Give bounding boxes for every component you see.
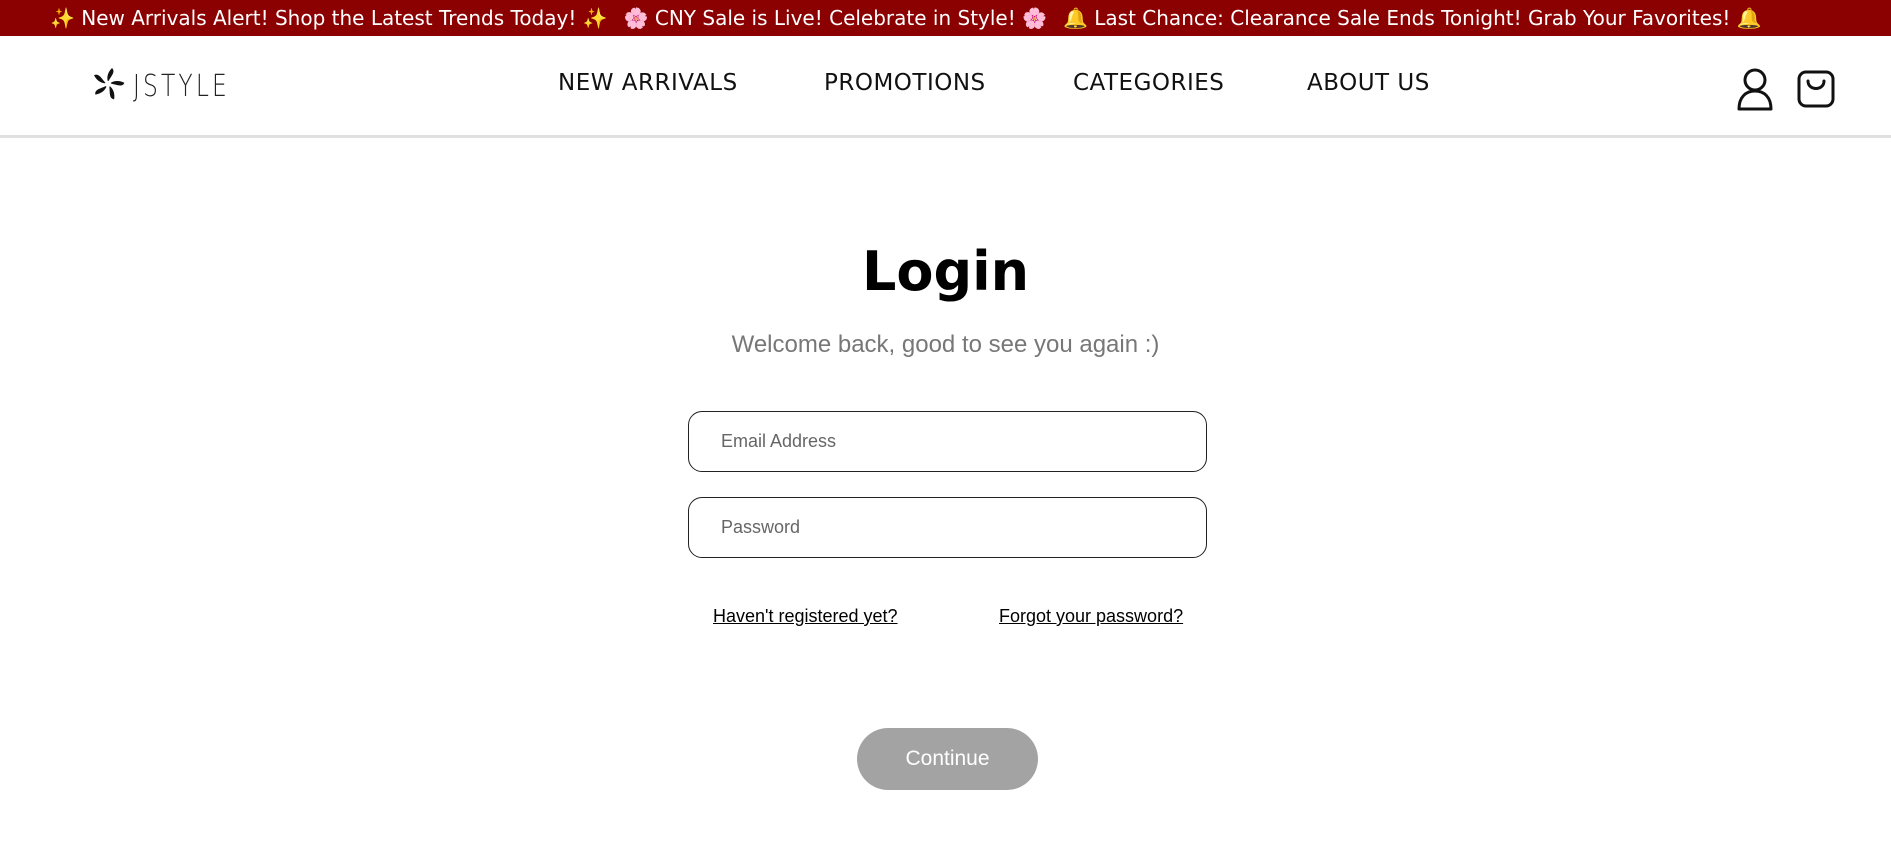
continue-button[interactable]: Continue [857, 728, 1038, 790]
forgot-password-link[interactable]: Forgot your password? [999, 606, 1183, 627]
announcement-message: ✨ New Arrivals Alert! Shop the Latest Tr… [50, 6, 608, 30]
shopping-bag-icon[interactable] [1793, 64, 1839, 114]
login-subtitle: Welcome back, good to see you again :) [731, 331, 1160, 358]
site-header: JSTYLE NEW ARRIVALS PROMOTIONS CATEGORIE… [0, 36, 1891, 138]
login-section: Login Welcome back, good to see you agai… [0, 140, 1891, 860]
header-icons [0, 64, 1891, 114]
announcement-message: 🔔 Last Chance: Clearance Sale Ends Tonig… [1063, 6, 1762, 30]
announcement-message: 🌸 CNY Sale is Live! Celebrate in Style! … [623, 6, 1048, 30]
user-icon[interactable] [1732, 64, 1778, 114]
email-field[interactable] [688, 411, 1207, 472]
page-title: Login [861, 240, 1030, 303]
password-field[interactable] [688, 497, 1207, 558]
register-link[interactable]: Haven't registered yet? [713, 606, 898, 627]
announcement-bar: ✨ New Arrivals Alert! Shop the Latest Tr… [0, 0, 1891, 36]
announcement-track: ✨ New Arrivals Alert! Shop the Latest Tr… [50, 0, 1778, 36]
